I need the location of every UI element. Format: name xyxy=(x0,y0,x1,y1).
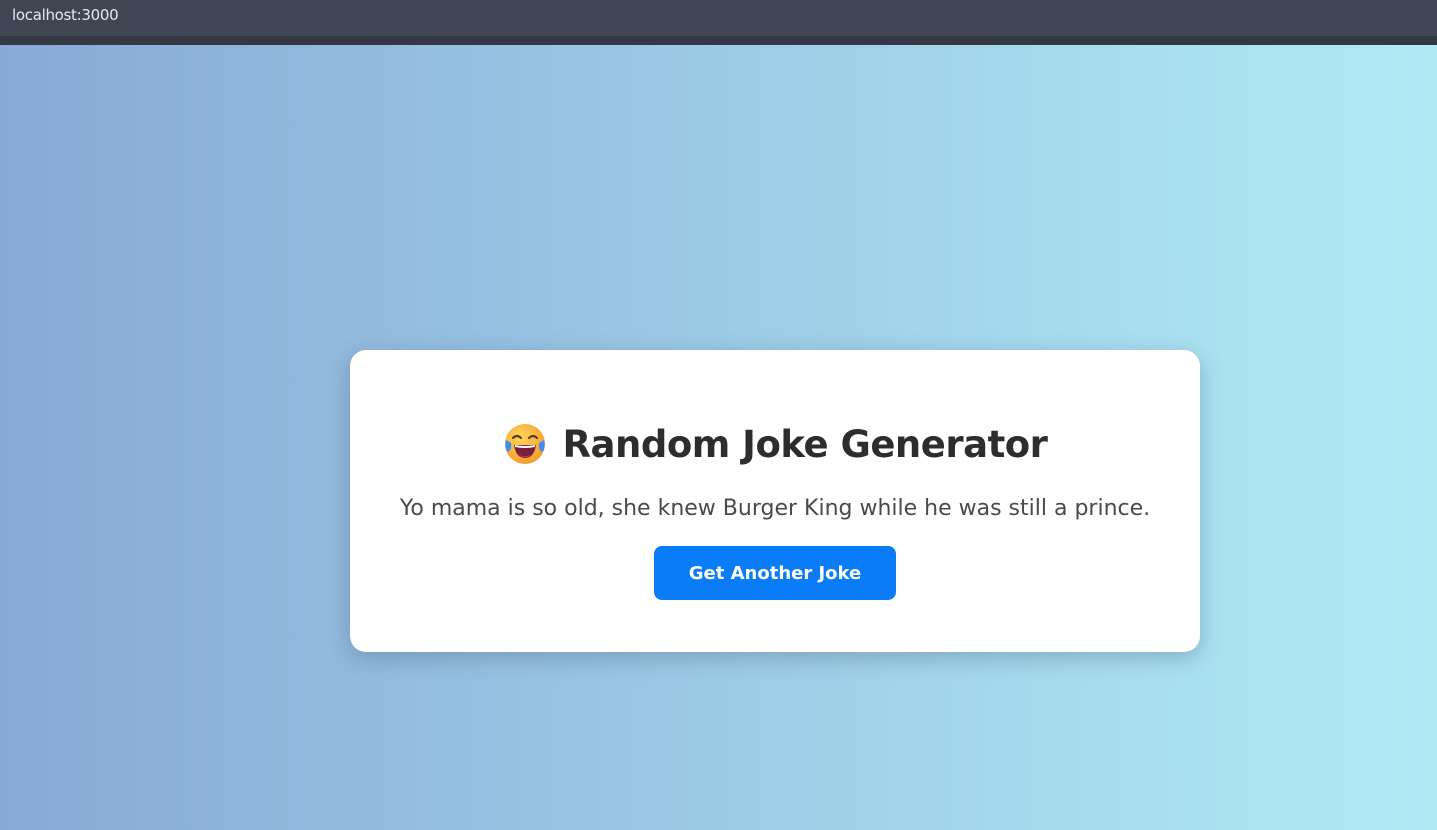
face-with-tears-of-joy-icon xyxy=(504,424,545,464)
title-row: Random Joke Generator xyxy=(350,420,1200,468)
url-text[interactable]: localhost:3000 xyxy=(12,6,119,24)
page-title: Random Joke Generator xyxy=(562,422,1048,466)
browser-address-bar: localhost:3000 xyxy=(0,0,1437,36)
joke-text: Yo mama is so old, she knew Burger King … xyxy=(399,496,1151,521)
joke-card: Random Joke Generator Yo mama is so old,… xyxy=(350,350,1200,652)
get-another-joke-button[interactable]: Get Another Joke xyxy=(654,546,896,600)
page-background: Random Joke Generator Yo mama is so old,… xyxy=(0,45,1437,830)
browser-bar-divider xyxy=(0,36,1437,45)
